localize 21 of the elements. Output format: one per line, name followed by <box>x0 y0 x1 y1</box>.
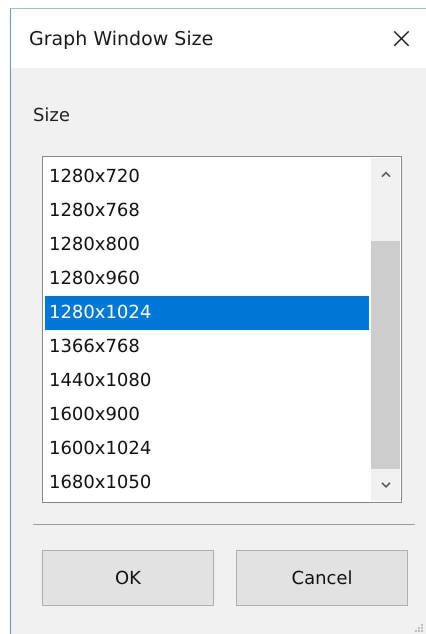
dialog-button[interactable]: OK <box>42 550 214 606</box>
list-item[interactable]: 1366x768 <box>45 330 369 364</box>
window-title: Graph Window Size <box>29 28 214 50</box>
size-label: Size <box>33 105 71 126</box>
list-item[interactable]: 1280x768 <box>45 194 369 228</box>
list-item[interactable]: 1600x1024 <box>45 432 369 466</box>
scroll-up-icon[interactable] <box>380 171 392 178</box>
list-item[interactable]: 1440x1080 <box>45 364 369 398</box>
list-item[interactable]: 1280x800 <box>45 228 369 262</box>
dialog-button[interactable]: Cancel <box>236 550 408 606</box>
scroll-down-icon[interactable] <box>380 482 392 488</box>
size-list[interactable]: 1280x720 1280x768 1280x800 1280x960 1280x1024 1366x768 1440x1080 1600x900 1600x1024 1680x1050 <box>42 156 402 503</box>
list-item[interactable]: 1280x720 <box>45 160 369 194</box>
list-item[interactable]: 1280x1024 <box>45 296 369 330</box>
resize-grip-icon[interactable] <box>414 623 424 633</box>
list-item[interactable]: 1600x900 <box>45 398 369 432</box>
scrollbar[interactable] <box>371 158 400 501</box>
scroll-thumb[interactable] <box>371 240 400 468</box>
list-item[interactable]: 1680x1050 <box>45 466 369 500</box>
close-button[interactable]: × <box>384 24 418 54</box>
list-item[interactable]: 1280x960 <box>45 262 369 296</box>
